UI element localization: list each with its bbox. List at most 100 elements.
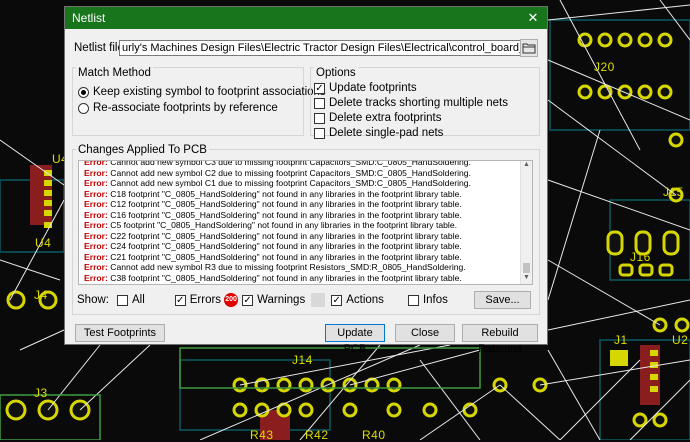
log-line: Error: C24 footprint "C_0805_HandSolderi…	[79, 241, 532, 252]
scroll-down-icon[interactable]: ▼	[521, 274, 532, 284]
log-severity: Error:	[84, 160, 108, 167]
infos-label: Infos	[422, 294, 448, 306]
scroll-thumb[interactable]	[523, 263, 530, 273]
log-line: Error: C38 footprint "C_0805_HandSolderi…	[79, 273, 532, 284]
log-severity: Error:	[84, 209, 108, 220]
log-severity: Error:	[84, 251, 108, 262]
log-line: Error: C16 footprint "C_0805_HandSolderi…	[79, 210, 532, 221]
log-message: C16 footprint "C_0805_HandSoldering" not…	[110, 209, 462, 220]
log-line: Error: C12 footprint "C_0805_HandSolderi…	[79, 199, 532, 210]
changes-title: Changes Applied To PCB	[76, 144, 209, 156]
log-line: Error: C5 footprint "C_0805_HandSolderin…	[79, 220, 532, 231]
rebuild-ratsnest-button[interactable]: Rebuild Ratsnest	[462, 324, 538, 355]
delete-single-pad-nets-label: Delete single-pad nets	[329, 127, 444, 139]
log-line: Error: Cannot add new symbol C1 due to m…	[79, 178, 532, 189]
delete-single-pad-nets-checkbox[interactable]	[314, 127, 325, 139]
radio-reassociate-dot[interactable]	[78, 102, 89, 114]
errors-label: Errors	[189, 294, 222, 306]
show-label: Show:	[77, 294, 109, 306]
log-severity: Error:	[84, 178, 108, 188]
log-severity: Error:	[84, 220, 108, 230]
match-method-title: Match Method	[76, 67, 153, 79]
scroll-up-icon[interactable]: ▲	[521, 161, 532, 171]
log-message: C24 footprint "C_0805_HandSoldering" not…	[110, 241, 462, 251]
log-line: Error: C18 footprint "C_0805_HandSolderi…	[79, 189, 532, 200]
log-severity: Error:	[84, 230, 108, 241]
dialog-titlebar[interactable]: Netlist ✕	[65, 7, 547, 29]
log-severity: Error:	[84, 272, 108, 283]
log-severity: Error:	[84, 167, 108, 178]
log-line: Error: Cannot add new symbol R3 due to m…	[79, 262, 532, 273]
folder-icon	[522, 43, 536, 54]
log-line: Error: Cannot add new symbol C2 due to m…	[79, 168, 532, 179]
dialog-title: Netlist	[72, 11, 106, 25]
check-delete-extra-footprints[interactable]: Delete extra footprints	[314, 112, 442, 124]
errors-checkbox[interactable]: ✓	[174, 294, 186, 306]
netlist-file-row: Netlist file: urly's Machines Design Fil…	[74, 39, 538, 57]
log-message: Cannot add new symbol R3 due to missing …	[110, 262, 466, 272]
ref-label-j20: J20	[594, 60, 615, 74]
radio-keep-associations-label: Keep existing symbol to footprint associ…	[93, 86, 326, 98]
browse-folder-button[interactable]	[520, 39, 538, 57]
warnings-label: Warnings	[257, 294, 306, 306]
warnings-checkbox[interactable]: ✓	[242, 294, 254, 306]
radio-reassociate[interactable]: Re-associate footprints by reference	[78, 102, 278, 114]
options-title: Options	[314, 67, 358, 79]
ref-label-j1: J1	[614, 333, 628, 347]
filter-row: Show: All ✓ Errors 200 ✓ Warnings ✓ Acti…	[77, 293, 448, 307]
log-line: Error: Cannot add new symbol C3 due to m…	[79, 160, 532, 168]
radio-keep-associations[interactable]: Keep existing symbol to footprint associ…	[78, 86, 326, 98]
test-footprints-button[interactable]: Test Footprints	[75, 324, 165, 342]
all-checkbox[interactable]	[116, 294, 128, 306]
log-message: C22 footprint "C_0805_HandSoldering" not…	[110, 230, 462, 241]
log-message: Cannot add new symbol C2 due to missing …	[110, 167, 471, 178]
log-message: Cannot add new symbol C1 due to missing …	[110, 178, 471, 188]
log-message: C18 footprint "C_0805_HandSoldering" not…	[110, 188, 462, 199]
delete-shorting-tracks-checkbox[interactable]	[314, 97, 325, 109]
update-footprints-checkbox[interactable]: ✓	[314, 82, 325, 94]
log-line: Error: C21 footprint "C_0805_HandSolderi…	[79, 252, 532, 263]
ref-label-j4: J4	[34, 288, 48, 302]
actions-checkbox[interactable]: ✓	[331, 294, 343, 306]
ref-label-u2: U2	[672, 333, 689, 347]
delete-extra-footprints-label: Delete extra footprints	[329, 112, 442, 124]
update-footprints-label: Update footprints	[329, 82, 417, 94]
log-line: Error: C22 footprint "C_0805_HandSolderi…	[79, 231, 532, 242]
check-delete-single-pad-nets[interactable]: Delete single-pad nets	[314, 127, 443, 139]
netlist-file-input[interactable]: urly's Machines Design Files\Electric Tr…	[119, 40, 525, 56]
save-button[interactable]: Save...	[474, 291, 531, 309]
netlist-dialog: Netlist ✕ Netlist file: urly's Machines …	[64, 6, 548, 355]
ref-label-j14: J14	[292, 353, 313, 367]
log-severity: Error:	[84, 188, 108, 199]
radio-keep-associations-dot[interactable]	[78, 86, 89, 98]
update-pcb-button[interactable]: Update PCB	[325, 324, 385, 355]
changes-log[interactable]: Error: Cannot add new symbol C3 due to m…	[78, 160, 533, 285]
infos-checkbox[interactable]	[407, 294, 419, 306]
log-severity: Error:	[84, 262, 108, 272]
errors-count-badge: 200	[224, 293, 239, 307]
check-delete-shorting-tracks[interactable]: Delete tracks shorting multiple nets	[314, 97, 508, 109]
ref-label-j15: J15	[663, 185, 684, 199]
log-lines-container: Error: Cannot add new symbol C3 due to m…	[79, 160, 532, 284]
log-severity: Error:	[84, 241, 108, 251]
warnings-count-badge	[311, 293, 326, 307]
log-message: C38 footprint "C_0805_HandSoldering" not…	[110, 272, 462, 283]
ref-label-u4-b: U4	[35, 236, 52, 250]
ref-label-j3: J3	[34, 386, 48, 400]
match-method-group: Match Method Keep existing symbol to foo…	[72, 67, 326, 136]
log-message: C21 footprint "C_0805_HandSoldering" not…	[110, 251, 462, 262]
log-message: C12 footprint "C_0805_HandSoldering" not…	[110, 199, 462, 209]
check-update-footprints[interactable]: ✓ Update footprints	[314, 82, 417, 94]
options-group: Options ✓ Update footprints Delete track…	[310, 67, 540, 139]
close-button[interactable]: Close	[395, 324, 455, 342]
close-icon[interactable]: ✕	[519, 7, 547, 29]
ref-label-j16: J16	[630, 250, 651, 264]
log-message: C5 footprint "C_0805_HandSoldering" not …	[110, 220, 457, 230]
delete-extra-footprints-checkbox[interactable]	[314, 112, 325, 124]
log-scrollbar[interactable]: ▲ ▼	[520, 161, 532, 284]
delete-shorting-tracks-label: Delete tracks shorting multiple nets	[329, 97, 508, 109]
log-message: Cannot add new symbol C3 due to missing …	[110, 160, 471, 167]
all-label: All	[131, 294, 145, 306]
actions-label: Actions	[346, 294, 384, 306]
log-severity: Error:	[84, 199, 108, 209]
